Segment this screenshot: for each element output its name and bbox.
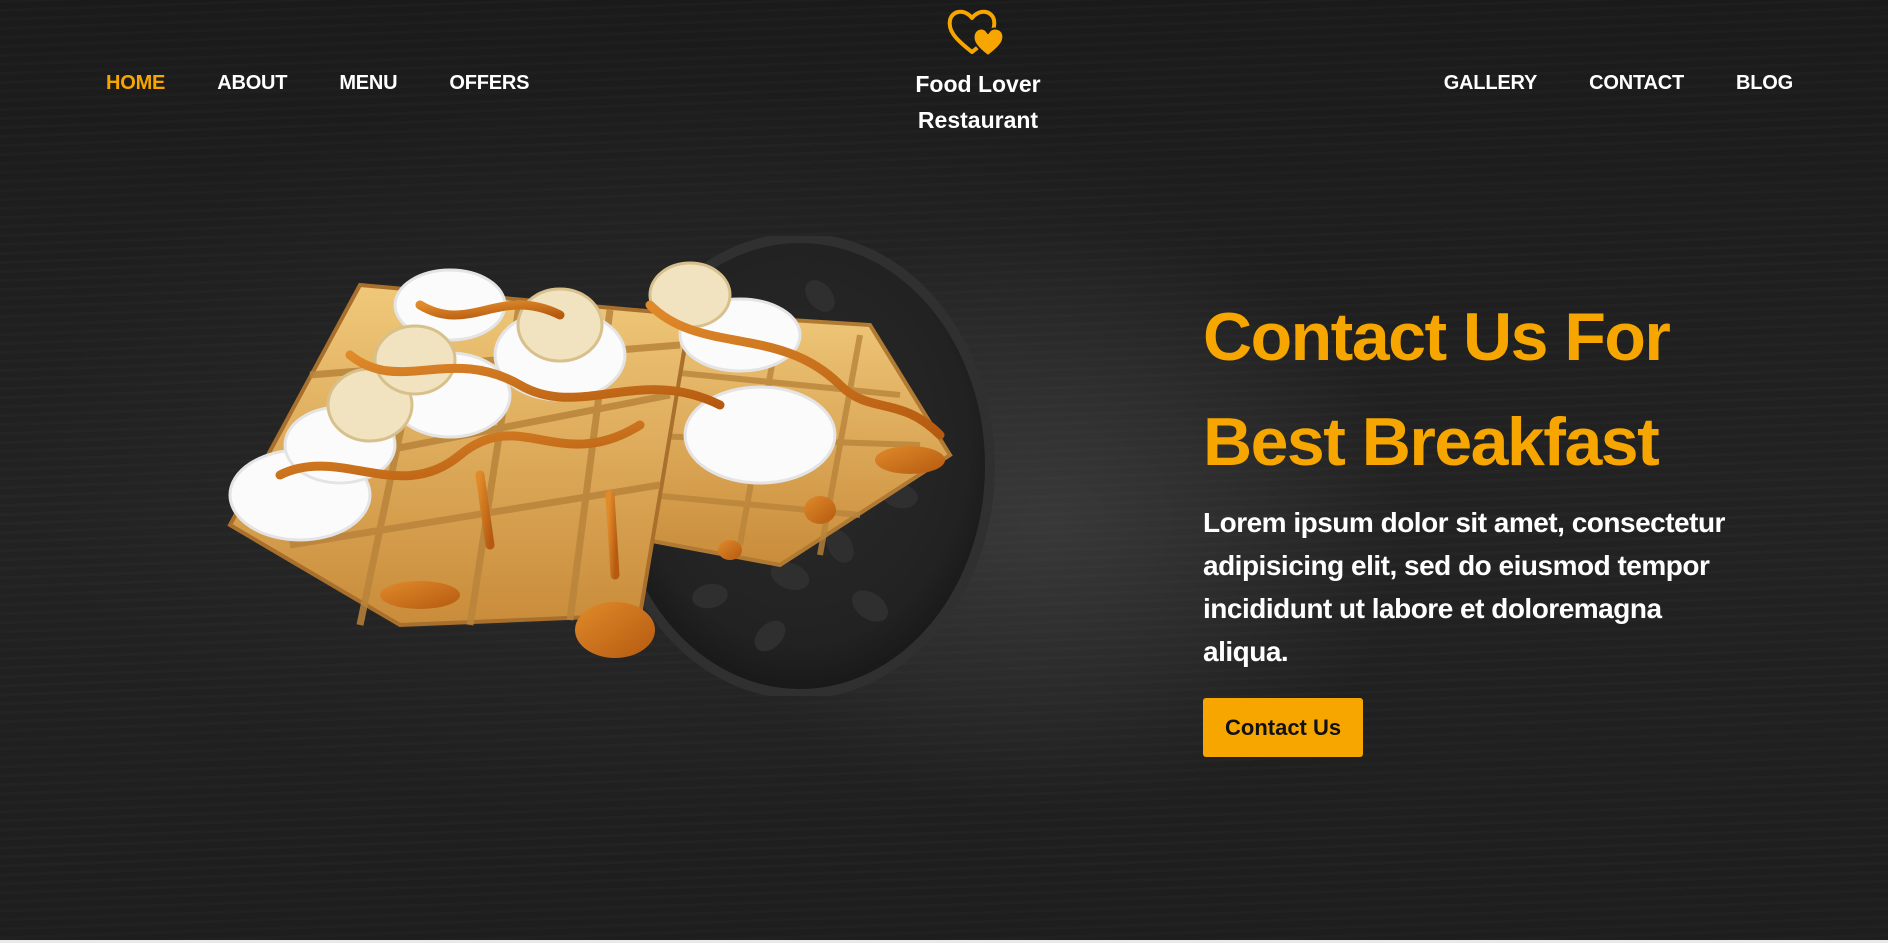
nav-link-gallery[interactable]: GALLERY [1444,70,1538,96]
logo-name-line1: Food Lover [915,71,1041,97]
hero-food-image [227,261,953,658]
nav-link-contact[interactable]: CONTACT [1589,70,1684,96]
nav-link-about[interactable]: ABOUT [217,70,287,96]
nav-link-blog[interactable]: BLOG [1736,70,1793,96]
hero-title-line2: Best Breakfast [1203,404,1660,480]
hero-description: Lorem ipsum dolor sit amet, consectetur … [1203,507,1725,667]
site-logo[interactable]: Food Lover Restaurant [878,6,1078,138]
nav-link-offers[interactable]: OFFERS [449,70,529,96]
hero-title: Contact Us For Best Breakfast [1203,285,1763,495]
nav-link-home[interactable]: HOME [106,70,165,96]
page: HOME ABOUT MENU OFFERS Food Lover Restau… [0,0,1888,943]
nav-link-menu[interactable]: MENU [339,70,397,96]
hero-title-line1: Contact Us For [1203,299,1671,375]
nav-left: HOME ABOUT MENU OFFERS [106,70,530,96]
hero-content: Contact Us For Best Breakfast Lorem ipsu… [1203,285,1763,757]
contact-us-button[interactable]: Contact Us [1203,698,1364,757]
nav-right: GALLERY CONTACT BLOG [1444,70,1793,96]
double-heart-icon [947,9,1005,57]
logo-name-line2: Restaurant [917,107,1039,133]
